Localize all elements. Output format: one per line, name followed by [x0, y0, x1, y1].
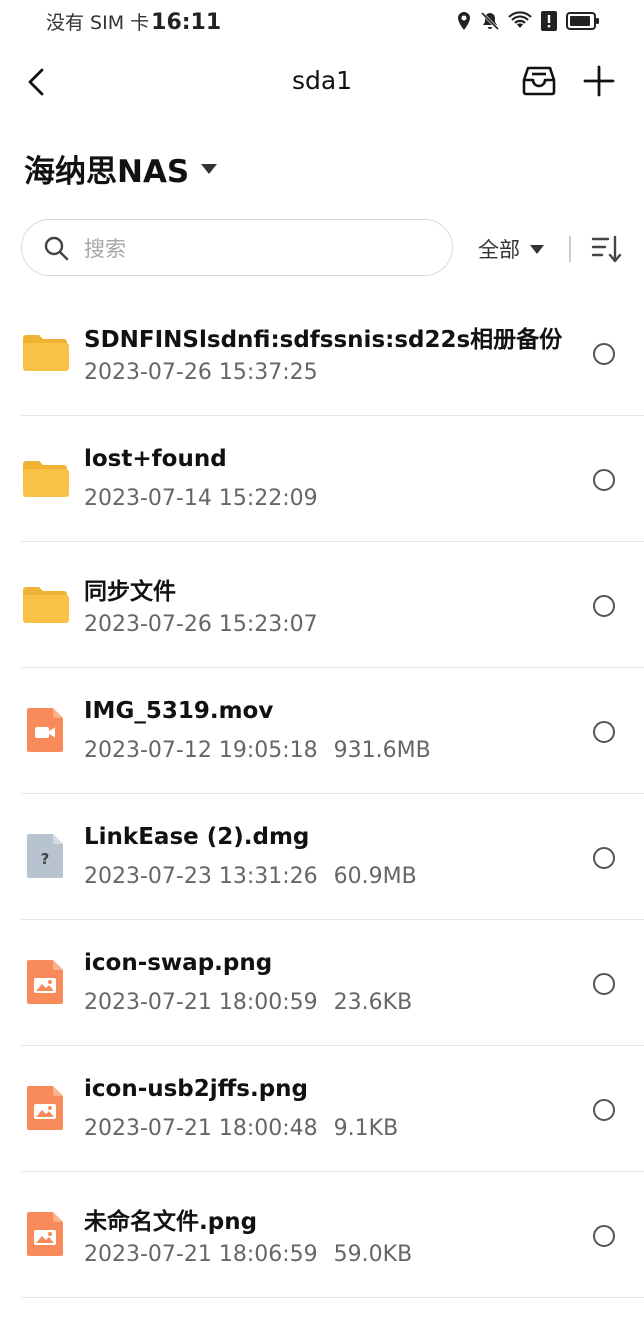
- select-radio[interactable]: [593, 595, 615, 617]
- file-name: icon-usb2jffs.png: [84, 1076, 309, 1102]
- video-file-icon: [27, 708, 63, 752]
- status-time: 16:11: [151, 10, 222, 35]
- search-box[interactable]: [21, 219, 453, 276]
- list-item[interactable]: 同步文件 2023-07-26 15:23:07: [21, 542, 644, 668]
- file-size: 59.0KB: [333, 1242, 413, 1267]
- inbox-button[interactable]: [520, 62, 558, 100]
- file-name: SDNFINSlsdnfi:sdfssnis:sd22s相册备份: [84, 327, 563, 353]
- add-button[interactable]: [580, 62, 618, 100]
- search-input[interactable]: [82, 234, 426, 264]
- file-name: LinkEase (2).dmg: [84, 824, 310, 850]
- divider: [569, 236, 571, 262]
- sort-button[interactable]: [590, 232, 624, 266]
- select-radio[interactable]: [593, 343, 615, 365]
- folder-icon: [23, 587, 69, 623]
- device-selector[interactable]: 海纳思NAS: [24, 146, 218, 191]
- file-name: 同步文件: [84, 579, 176, 605]
- sort-icon: [591, 235, 622, 263]
- list-item[interactable]: lost+found 2023-07-14 15:22:09: [21, 416, 644, 542]
- file-size: 60.9MB: [333, 864, 417, 889]
- status-icons: [456, 10, 600, 36]
- select-radio[interactable]: [593, 973, 615, 995]
- image-file-icon: [27, 1212, 63, 1256]
- device-name: 海纳思NAS: [24, 154, 190, 190]
- file-date: 2023-07-21 18:00:59: [84, 990, 318, 1015]
- file-size: 931.6MB: [333, 738, 431, 763]
- wifi-icon: [508, 11, 532, 35]
- carrier-text: 没有 SIM 卡: [46, 12, 150, 34]
- file-date: 2023-07-26 15:23:07: [84, 612, 318, 637]
- status-left: 没有 SIM 卡16:11: [46, 8, 221, 35]
- file-date: 2023-07-21 18:06:59: [84, 1242, 318, 1267]
- alert-icon: [540, 10, 558, 36]
- list-item[interactable]: icon-swap.png 2023-07-21 18:00:59 23.6KB: [21, 920, 644, 1046]
- select-radio[interactable]: [593, 721, 615, 743]
- select-radio[interactable]: [593, 469, 615, 491]
- file-date: 2023-07-26 15:37:25: [84, 360, 318, 385]
- image-file-icon: [27, 1086, 63, 1130]
- unknown-file-icon: ?: [27, 834, 63, 878]
- file-meta: 2023-07-26 15:37:25: [84, 360, 318, 385]
- bell-off-icon: [480, 11, 500, 35]
- file-meta: 2023-07-26 15:23:07: [84, 612, 318, 637]
- image-file-icon: [27, 960, 63, 1004]
- list-item[interactable]: icon-usb2jffs.png 2023-07-21 18:00:48 9.1…: [21, 1046, 644, 1172]
- file-name: icon-swap.png: [84, 950, 273, 976]
- list-item[interactable]: SDNFINSlsdnfi:sdfssnis:sd22s相册备份 2023-07…: [21, 290, 644, 416]
- file-list: SDNFINSlsdnfi:sdfssnis:sd22s相册备份 2023-07…: [0, 290, 644, 1298]
- file-meta: 2023-07-21 18:00:59 23.6KB: [84, 990, 412, 1015]
- file-name: IMG_5319.mov: [84, 698, 274, 724]
- file-meta: 2023-07-14 15:22:09: [84, 486, 318, 511]
- file-date: 2023-07-12 19:05:18: [84, 738, 318, 763]
- file-date: 2023-07-23 13:31:26: [84, 864, 318, 889]
- list-item[interactable]: ? LinkEase (2).dmg 2023-07-23 13:31:26 60…: [21, 794, 644, 920]
- file-meta: 2023-07-12 19:05:18 931.6MB: [84, 738, 431, 763]
- file-meta: 2023-07-21 18:06:59 59.0KB: [84, 1242, 412, 1267]
- filter-dropdown[interactable]: 全部: [478, 234, 544, 264]
- file-size: 23.6KB: [333, 990, 413, 1015]
- nav-bar: sda1: [0, 52, 644, 112]
- file-date: 2023-07-21 18:00:48: [84, 1116, 318, 1141]
- location-icon: [456, 11, 472, 35]
- file-meta: 2023-07-21 18:00:48 9.1KB: [84, 1116, 398, 1141]
- search-icon: [44, 236, 69, 261]
- folder-icon: [23, 335, 69, 371]
- file-date: 2023-07-14 15:22:09: [84, 486, 318, 511]
- status-bar: 没有 SIM 卡16:11: [0, 0, 644, 44]
- filter-label: 全部: [478, 238, 520, 262]
- folder-icon: [23, 461, 69, 497]
- select-radio[interactable]: [593, 1099, 615, 1121]
- list-item[interactable]: 未命名文件.png 2023-07-21 18:06:59 59.0KB: [21, 1172, 644, 1298]
- select-radio[interactable]: [593, 847, 615, 869]
- caret-down-icon: [530, 244, 544, 254]
- caret-down-icon: [201, 163, 218, 174]
- file-name: 未命名文件.png: [84, 1209, 258, 1235]
- battery-icon: [566, 11, 600, 35]
- inbox-icon: [522, 66, 556, 96]
- file-name: lost+found: [84, 446, 227, 472]
- list-item[interactable]: IMG_5319.mov 2023-07-12 19:05:18 931.6MB: [21, 668, 644, 794]
- plus-icon: [583, 65, 615, 97]
- select-radio[interactable]: [593, 1225, 615, 1247]
- file-meta: 2023-07-23 13:31:26 60.9MB: [84, 864, 417, 889]
- svg-text:?: ?: [41, 850, 50, 868]
- file-size: 9.1KB: [333, 1116, 399, 1141]
